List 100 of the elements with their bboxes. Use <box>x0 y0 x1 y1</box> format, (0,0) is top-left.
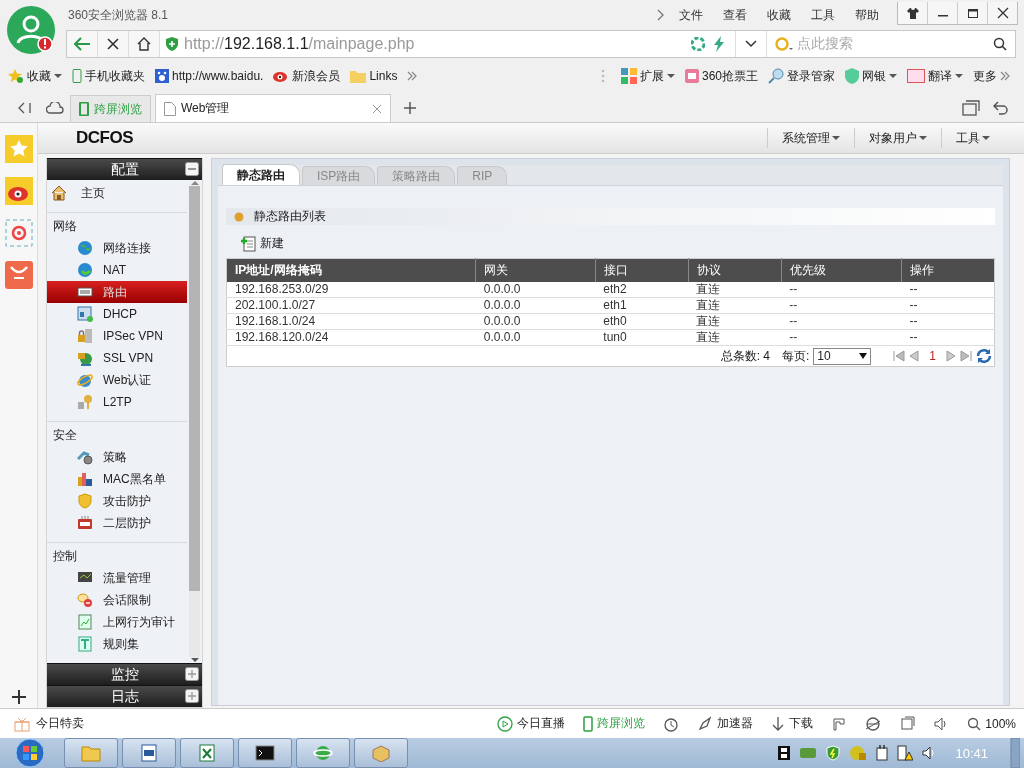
bookmark[interactable]: Links <box>369 69 398 83</box>
bookmark[interactable]: 手机收藏夹 <box>85 67 145 85</box>
menu-item[interactable]: 查看 <box>723 6 747 24</box>
zoom-level[interactable]: 100% <box>985 716 1016 731</box>
at-sign-tile-icon[interactable] <box>4 219 33 247</box>
first-page-icon[interactable] <box>893 350 906 362</box>
cloud-icon[interactable] <box>46 102 64 114</box>
taskbar-button[interactable] <box>238 738 292 768</box>
panel-header[interactable]: 监控 <box>47 663 202 685</box>
toolbar-item[interactable]: 网银 <box>862 67 886 85</box>
page-number[interactable]: 1 <box>929 349 936 363</box>
table-cell: -- <box>901 329 995 346</box>
back-icon[interactable] <box>74 37 90 51</box>
refresh-icon[interactable] <box>976 348 992 364</box>
scrollbar[interactable] <box>187 180 202 663</box>
toolbar-item[interactable]: 扩展 <box>639 67 664 85</box>
star-tile-icon[interactable] <box>4 135 33 163</box>
sidebar-item[interactable]: 网络连接 <box>47 237 187 259</box>
table-cell: -- <box>901 297 995 314</box>
home-icon[interactable] <box>137 37 151 51</box>
sidebar-item[interactable]: 攻击防护 <box>47 490 187 512</box>
bag-tile-icon[interactable] <box>4 261 33 289</box>
per-page-select[interactable]: 10 <box>813 347 872 365</box>
undo-icon[interactable] <box>993 101 1009 115</box>
tab-close-icon[interactable] <box>372 103 382 114</box>
bookmark[interactable]: 新浪会员 <box>292 67 341 85</box>
sidebar-item[interactable]: SSL VPN <box>47 347 187 369</box>
sidebar-item[interactable]: 会话限制 <box>47 589 187 611</box>
film-icon[interactable] <box>777 745 792 761</box>
last-page-icon[interactable] <box>960 350 972 362</box>
group-label: 控制 <box>52 548 78 565</box>
windows-icon[interactable] <box>962 100 980 116</box>
sidebar-item[interactable]: DHCP <box>47 303 187 325</box>
eye-tile-icon[interactable] <box>4 177 33 205</box>
sidebar-item[interactable]: 流量管理 <box>47 567 187 589</box>
add-icon[interactable] <box>11 690 26 704</box>
sidebar-item[interactable]: 策略 <box>47 446 187 468</box>
taskbar-button[interactable] <box>122 738 176 768</box>
sidebar-item[interactable]: NAT <box>47 259 187 281</box>
maximize-icon[interactable] <box>966 7 979 19</box>
toolbar-item[interactable]: 登录管家 <box>787 67 835 85</box>
menu-item[interactable]: 系统管理 <box>782 129 830 147</box>
stop-icon[interactable] <box>107 38 119 50</box>
url-field[interactable]: http://192.168.1.1/mainpage.php <box>184 35 415 53</box>
sidebar-item[interactable]: L2TP <box>47 391 187 413</box>
menu-item[interactable]: 对象用户 <box>869 129 917 147</box>
next-page-icon[interactable] <box>946 350 956 362</box>
shirt-icon[interactable] <box>906 7 919 19</box>
search-icon[interactable] <box>993 37 1007 51</box>
zoom-icon[interactable] <box>967 716 982 731</box>
sidebar-item[interactable]: Web认证 <box>47 369 187 391</box>
status-item[interactable]: 今日特卖 <box>36 715 84 732</box>
bookmark[interactable]: 收藏 <box>27 67 51 85</box>
collapse-icon[interactable] <box>185 162 199 176</box>
shield-icon[interactable] <box>825 745 842 761</box>
chevron-icon[interactable] <box>657 9 665 21</box>
close-icon[interactable] <box>996 7 1009 19</box>
status-item[interactable]: 今日直播 <box>497 715 566 732</box>
lightning-icon[interactable] <box>713 36 725 52</box>
network-warning-icon[interactable] <box>897 745 914 761</box>
sidebar-item[interactable]: IPSec VPN <box>47 325 187 347</box>
tab[interactable]: 静态路由 <box>222 164 300 185</box>
status-item[interactable]: 加速器 <box>697 715 754 732</box>
bullet-icon <box>234 211 244 222</box>
sidebar-item[interactable]: 上网行为审计 <box>47 611 187 633</box>
toolbar-item[interactable]: 360抢票王 <box>701 67 758 85</box>
new-button[interactable]: 新建 <box>240 235 284 252</box>
caret-icon <box>889 73 897 79</box>
dropdown-chevron-icon[interactable] <box>745 40 757 48</box>
plug-icon[interactable] <box>875 745 890 761</box>
browser-tab[interactable]: Web管理 <box>155 94 391 122</box>
previous-page-icon[interactable] <box>909 350 920 362</box>
table-cell: 0.0.0.0 <box>475 313 596 330</box>
collapse-icon[interactable] <box>18 102 32 114</box>
panel-header[interactable]: 配置 <box>47 158 202 180</box>
toolbar-item[interactable]: 翻译 <box>928 67 952 85</box>
menu-item[interactable]: 文件 <box>679 6 703 24</box>
panel-header[interactable]: 日志 <box>47 685 202 707</box>
sidebar-item[interactable]: MAC黑名单 <box>47 468 187 490</box>
sidebar-item[interactable]: 二层防护 <box>47 512 187 534</box>
expand-icon[interactable] <box>185 667 199 681</box>
folder-icon <box>350 69 367 83</box>
expand-icon[interactable] <box>185 689 199 703</box>
window-icon[interactable] <box>899 715 916 732</box>
clock-icon[interactable] <box>663 715 680 732</box>
bookmark[interactable]: http://www.baidu. <box>172 69 264 83</box>
menu-item[interactable]: 帮助 <box>855 6 879 24</box>
status-item[interactable]: 跨屏浏览 <box>583 715 646 732</box>
menu-item[interactable]: 工具 <box>811 6 835 24</box>
table-cell: tun0 <box>595 329 689 346</box>
sidebar-item[interactable]: 主页 <box>47 182 187 204</box>
sidebar-item[interactable]: 路由 <box>47 281 187 303</box>
window-icon <box>77 306 93 322</box>
menu-item[interactable]: 收藏 <box>767 6 791 24</box>
status-item[interactable]: 下载 <box>771 715 814 732</box>
menu-item[interactable]: 工具 <box>956 129 980 147</box>
new-tab-icon[interactable] <box>404 102 416 114</box>
toolbar-item[interactable]: 更多 <box>973 67 997 85</box>
sidebar-item[interactable]: 规则集 <box>47 633 187 655</box>
document-icon <box>77 636 93 652</box>
